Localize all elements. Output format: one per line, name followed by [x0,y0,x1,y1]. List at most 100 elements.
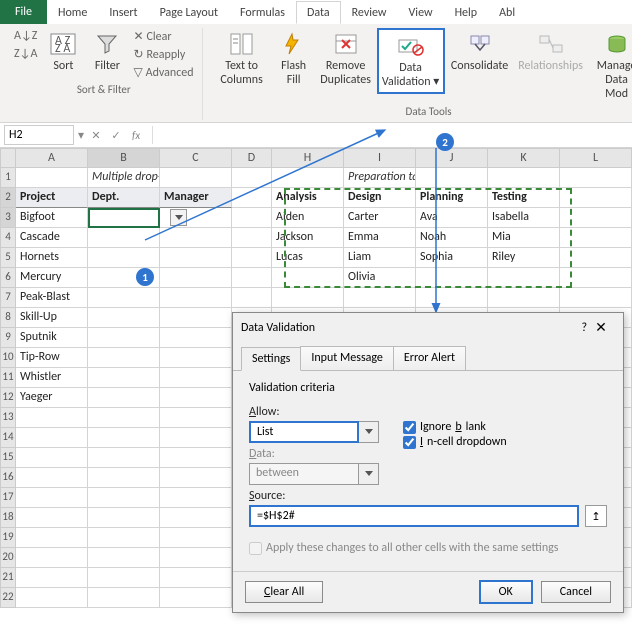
row-header[interactable]: 16 [0,468,16,488]
allow-select[interactable]: List [249,421,379,443]
row-header[interactable]: 13 [0,408,16,428]
row-header[interactable]: 18 [0,508,16,528]
tab-data[interactable]: Data [296,1,341,24]
cell[interactable]: Isabella [488,208,560,228]
row-header[interactable]: 4 [0,228,16,248]
cell[interactable] [16,568,88,588]
advanced-button[interactable]: ▽Advanced [131,64,195,81]
cancel-button[interactable]: Cancel [541,581,611,603]
col-header[interactable]: A [16,148,88,168]
flash-fill-button[interactable]: Flash Fill [273,28,315,90]
cell[interactable] [560,248,632,268]
cell[interactable]: Analysis [272,188,344,208]
cell[interactable] [160,348,232,368]
cell[interactable] [560,188,632,208]
reapply-button[interactable]: ↻Reapply [131,46,195,63]
tab-extra[interactable]: Abl [488,1,526,24]
cell[interactable] [16,448,88,468]
cell[interactable] [416,288,488,308]
cell[interactable] [160,508,232,528]
cell[interactable] [16,528,88,548]
col-header[interactable]: K [488,148,560,168]
tab-view[interactable]: View [398,1,444,24]
cell[interactable] [160,408,232,428]
cell[interactable]: Design [344,188,416,208]
cell[interactable] [88,488,160,508]
cell[interactable] [88,308,160,328]
cell[interactable] [16,408,88,428]
cell[interactable]: Mia [488,228,560,248]
cell[interactable] [88,388,160,408]
cell[interactable]: Bigfoot [16,208,88,228]
cell[interactable] [160,468,232,488]
col-header[interactable]: D [232,148,272,168]
cell[interactable] [560,268,632,288]
cell[interactable] [16,428,88,448]
sort-button[interactable]: A ZZ A Sort [43,28,83,76]
cell[interactable] [160,528,232,548]
cell[interactable] [344,288,416,308]
tab-insert[interactable]: Insert [98,1,148,24]
cell[interactable] [160,268,232,288]
range-picker-button[interactable]: ↥ [585,505,607,527]
col-header[interactable]: H [272,148,344,168]
filter-button[interactable]: Filter [87,28,127,76]
row-header[interactable]: 15 [0,448,16,468]
cell[interactable] [16,488,88,508]
ignore-blank-checkbox[interactable]: Ignore blank [403,420,507,434]
cell[interactable] [560,288,632,308]
row-header[interactable]: 17 [0,488,16,508]
cell[interactable] [88,568,160,588]
cell[interactable] [88,408,160,428]
fx-icon[interactable]: fx [128,127,144,143]
clear-all-button[interactable]: Clear All [245,581,323,603]
namebox-dropdown-icon[interactable]: ▾ [78,128,84,143]
cell[interactable] [88,328,160,348]
tab-formulas[interactable]: Formulas [229,1,296,24]
col-header[interactable]: B [88,148,160,168]
cell[interactable]: Liam [344,248,416,268]
tab-error-alert[interactable]: Error Alert [393,346,466,370]
row-header[interactable]: 10 [0,348,16,368]
cell[interactable] [88,248,160,268]
cell[interactable]: Project [16,188,88,208]
cell[interactable] [160,368,232,388]
cell[interactable] [232,228,272,248]
cell[interactable] [160,288,232,308]
cell[interactable]: Tip-Row [16,348,88,368]
name-box[interactable] [4,125,74,145]
cell[interactable]: Skill-Up [16,308,88,328]
cell[interactable] [16,508,88,528]
row-header[interactable]: 20 [0,548,16,568]
cell[interactable] [160,308,232,328]
row-header[interactable]: 3 [0,208,16,228]
cell[interactable] [88,468,160,488]
sort-desc-button[interactable]: Z↓A [12,46,39,62]
cell[interactable]: Ava [416,208,488,228]
cell[interactable]: Peak-Blast [16,288,88,308]
row-header[interactable]: 6 [0,268,16,288]
cell[interactable] [416,168,488,188]
cell[interactable] [560,228,632,248]
cell[interactable] [88,448,160,468]
cell[interactable] [88,348,160,368]
cell[interactable]: Yaeger [16,388,88,408]
cell[interactable] [16,588,88,608]
cell[interactable] [88,228,160,248]
cell[interactable] [160,448,232,468]
col-header[interactable]: L [560,148,632,168]
cell[interactable] [16,548,88,568]
cell[interactable] [272,268,344,288]
cell[interactable] [88,548,160,568]
row-header[interactable]: 2 [0,188,16,208]
select-all-corner[interactable] [0,148,16,168]
col-header[interactable]: C [160,148,232,168]
cell[interactable]: Jackson [272,228,344,248]
cell[interactable]: Hornets [16,248,88,268]
row-header[interactable]: 7 [0,288,16,308]
cell[interactable] [88,588,160,608]
clear-button[interactable]: ✕Clear [131,28,195,45]
cell[interactable] [88,208,160,228]
cell[interactable] [88,288,160,308]
cell[interactable] [160,588,232,608]
